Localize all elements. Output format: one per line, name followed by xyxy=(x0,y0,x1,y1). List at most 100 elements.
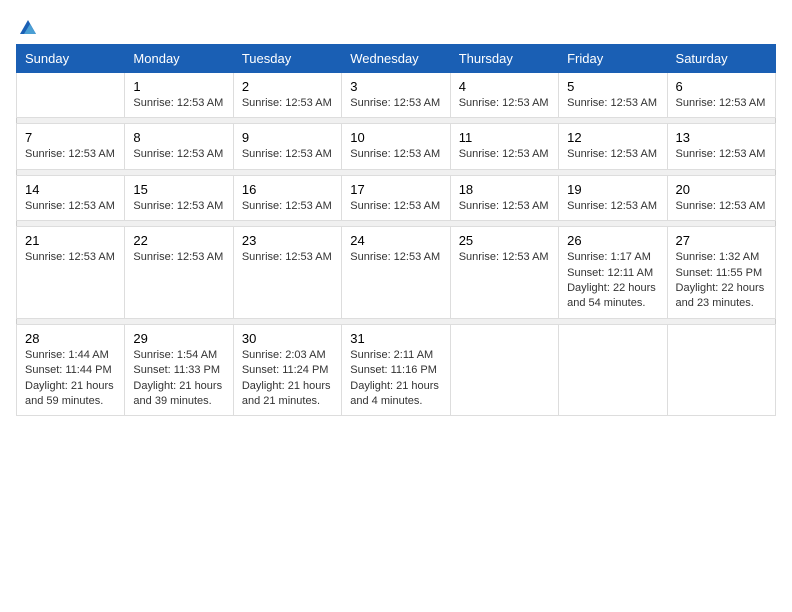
logo-icon xyxy=(18,16,38,36)
calendar-cell: 15 Sunrise: 12:53 AM xyxy=(125,175,233,220)
day-number: 23 xyxy=(242,233,333,248)
calendar-cell xyxy=(450,324,558,416)
calendar-cell xyxy=(559,324,667,416)
day-number: 10 xyxy=(350,130,441,145)
calendar-cell: 6Sunrise: 12:53 AM xyxy=(667,73,775,118)
calendar-week-row: 1 Sunrise: 12:53 AM 2 Sunrise: 12:53 AM 3 Sun… xyxy=(17,73,776,118)
day-number: 12 xyxy=(567,130,658,145)
calendar-header-sunday: Sunday xyxy=(17,45,125,73)
day-number: 9 xyxy=(242,130,333,145)
day-info: Sunrise: 2:11 AM Sunset: 11:16 PM Daylig… xyxy=(350,348,441,410)
calendar-cell: 12 Sunrise: 12:53 AM xyxy=(559,124,667,169)
day-number: 15 xyxy=(133,182,224,197)
calendar-cell: 7 Sunrise: 12:53 AM xyxy=(17,124,125,169)
day-info: Sunrise: 12:53 AM xyxy=(350,147,441,162)
day-info: Sunrise: 12:53 AM xyxy=(350,96,441,111)
day-info: Sunrise: 12:53 AM xyxy=(25,147,116,162)
day-info: Sunrise: 12:53 AM xyxy=(567,147,658,162)
calendar-week-row: 28Sunrise: 1:44 AM Sunset: 11:44 PM Dayl… xyxy=(17,324,776,416)
day-info: Sunrise: 12:53 AM xyxy=(133,199,224,214)
day-number: 5 xyxy=(567,79,658,94)
day-number: 28 xyxy=(25,331,116,346)
calendar-cell: 23 Sunrise: 12:53 AM xyxy=(233,227,341,319)
calendar-cell: 30Sunrise: 2:03 AM Sunset: 11:24 PM Dayl… xyxy=(233,324,341,416)
day-info: Sunrise: 12:53 AM xyxy=(133,250,224,265)
calendar-cell: 13 Sunrise: 12:53 AM xyxy=(667,124,775,169)
calendar: SundayMondayTuesdayWednesdayThursdayFrid… xyxy=(16,44,776,416)
day-info: Sunrise: 12:53 AM xyxy=(242,250,333,265)
calendar-cell: 25Sunrise: 12:53 AM xyxy=(450,227,558,319)
day-info: Sunrise: 12:53 AM xyxy=(350,250,441,265)
day-number: 26 xyxy=(567,233,658,248)
calendar-cell: 9 Sunrise: 12:53 AM xyxy=(233,124,341,169)
calendar-cell: 19 Sunrise: 12:53 AM xyxy=(559,175,667,220)
day-number: 21 xyxy=(25,233,116,248)
day-info: Sunrise: 12:53 AM xyxy=(25,250,116,265)
day-info: Sunrise: 12:53 AM xyxy=(567,199,658,214)
calendar-cell: 29 Sunrise: 1:54 AM Sunset: 11:33 PM Dayl… xyxy=(125,324,233,416)
calendar-cell: 5Sunrise: 12:53 AM xyxy=(559,73,667,118)
day-number: 29 xyxy=(133,331,224,346)
calendar-cell: 21 Sunrise: 12:53 AM xyxy=(17,227,125,319)
day-number: 14 xyxy=(25,182,116,197)
day-info: Sunrise: 12:53 AM xyxy=(350,199,441,214)
day-number: 1 xyxy=(133,79,224,94)
calendar-cell: 28Sunrise: 1:44 AM Sunset: 11:44 PM Dayl… xyxy=(17,324,125,416)
day-info: Sunrise: 12:53 AM xyxy=(133,147,224,162)
calendar-week-row: 21Sunrise: 12:53 AM22Sunrise: 12:53 AM23… xyxy=(17,227,776,319)
calendar-cell: 8Sunrise: 12:53 AM xyxy=(125,124,233,169)
day-info: Sunrise: 12:53 AM xyxy=(459,199,550,214)
calendar-cell: 20Sunrise: 12:53 AM xyxy=(667,175,775,220)
day-number: 11 xyxy=(459,130,550,145)
day-number: 24 xyxy=(350,233,441,248)
calendar-cell: 3 Sunrise: 12:53 AM xyxy=(342,73,450,118)
header xyxy=(16,16,776,36)
calendar-cell xyxy=(17,73,125,118)
calendar-header-row: SundayMondayTuesdayWednesdayThursdayFrid… xyxy=(17,45,776,73)
day-info: Sunrise: 12:53 AM xyxy=(242,199,333,214)
calendar-header-monday: Monday xyxy=(125,45,233,73)
calendar-cell: 22 Sunrise: 12:53 AM xyxy=(125,227,233,319)
day-info: Sunrise: 12:53 AM xyxy=(459,147,550,162)
logo xyxy=(16,16,38,36)
calendar-cell: 17Sunrise: 12:53 AM xyxy=(342,175,450,220)
day-info: Sunrise: 12:53 AM xyxy=(459,250,550,265)
day-number: 13 xyxy=(676,130,767,145)
day-number: 6 xyxy=(676,79,767,94)
calendar-cell xyxy=(667,324,775,416)
calendar-cell: 18 Sunrise: 12:53 AM xyxy=(450,175,558,220)
day-number: 2 xyxy=(242,79,333,94)
calendar-week-row: 7Sunrise: 12:53 AM8Sunrise: 12:53 AM9Sun… xyxy=(17,124,776,169)
calendar-cell: 24 Sunrise: 12:53 AM xyxy=(342,227,450,319)
day-number: 22 xyxy=(133,233,224,248)
day-info: Sunrise: 12:53 AM xyxy=(676,147,767,162)
day-number: 3 xyxy=(350,79,441,94)
day-info: Sunrise: 12:53 AM xyxy=(25,199,116,214)
day-number: 16 xyxy=(242,182,333,197)
calendar-week-row: 14Sunrise: 12:53 AM15Sunrise: 12:53 AM16… xyxy=(17,175,776,220)
calendar-cell: 2 Sunrise: 12:53 AM xyxy=(233,73,341,118)
day-number: 31 xyxy=(350,331,441,346)
calendar-cell: 1 Sunrise: 12:53 AM xyxy=(125,73,233,118)
day-number: 7 xyxy=(25,130,116,145)
calendar-cell: 26 Sunrise: 1:17 AM Sunset: 12:11 AM Dayl… xyxy=(559,227,667,319)
calendar-cell: 31 Sunrise: 2:11 AM Sunset: 11:16 PM Dayl… xyxy=(342,324,450,416)
calendar-cell: 14 Sunrise: 12:53 AM xyxy=(17,175,125,220)
calendar-cell: 16 Sunrise: 12:53 AM xyxy=(233,175,341,220)
calendar-cell: 27 Sunrise: 1:32 AM Sunset: 11:55 PM Dayl… xyxy=(667,227,775,319)
calendar-header-friday: Friday xyxy=(559,45,667,73)
day-info: Sunrise: 1:17 AM Sunset: 12:11 AM Daylig… xyxy=(567,250,658,312)
calendar-header-tuesday: Tuesday xyxy=(233,45,341,73)
day-number: 19 xyxy=(567,182,658,197)
calendar-header-thursday: Thursday xyxy=(450,45,558,73)
day-info: Sunrise: 1:54 AM Sunset: 11:33 PM Daylig… xyxy=(133,348,224,410)
day-info: Sunrise: 12:53 AM xyxy=(242,147,333,162)
day-info: Sunrise: 1:32 AM Sunset: 11:55 PM Daylig… xyxy=(676,250,767,312)
calendar-cell: 4Sunrise: 12:53 AM xyxy=(450,73,558,118)
day-info: Sunrise: 12:53 AM xyxy=(242,96,333,111)
day-info: Sunrise: 12:53 AM xyxy=(133,96,224,111)
day-number: 27 xyxy=(676,233,767,248)
day-info: Sunrise: 12:53 AM xyxy=(459,96,550,111)
day-info: Sunrise: 12:53 AM xyxy=(676,199,767,214)
day-number: 18 xyxy=(459,182,550,197)
